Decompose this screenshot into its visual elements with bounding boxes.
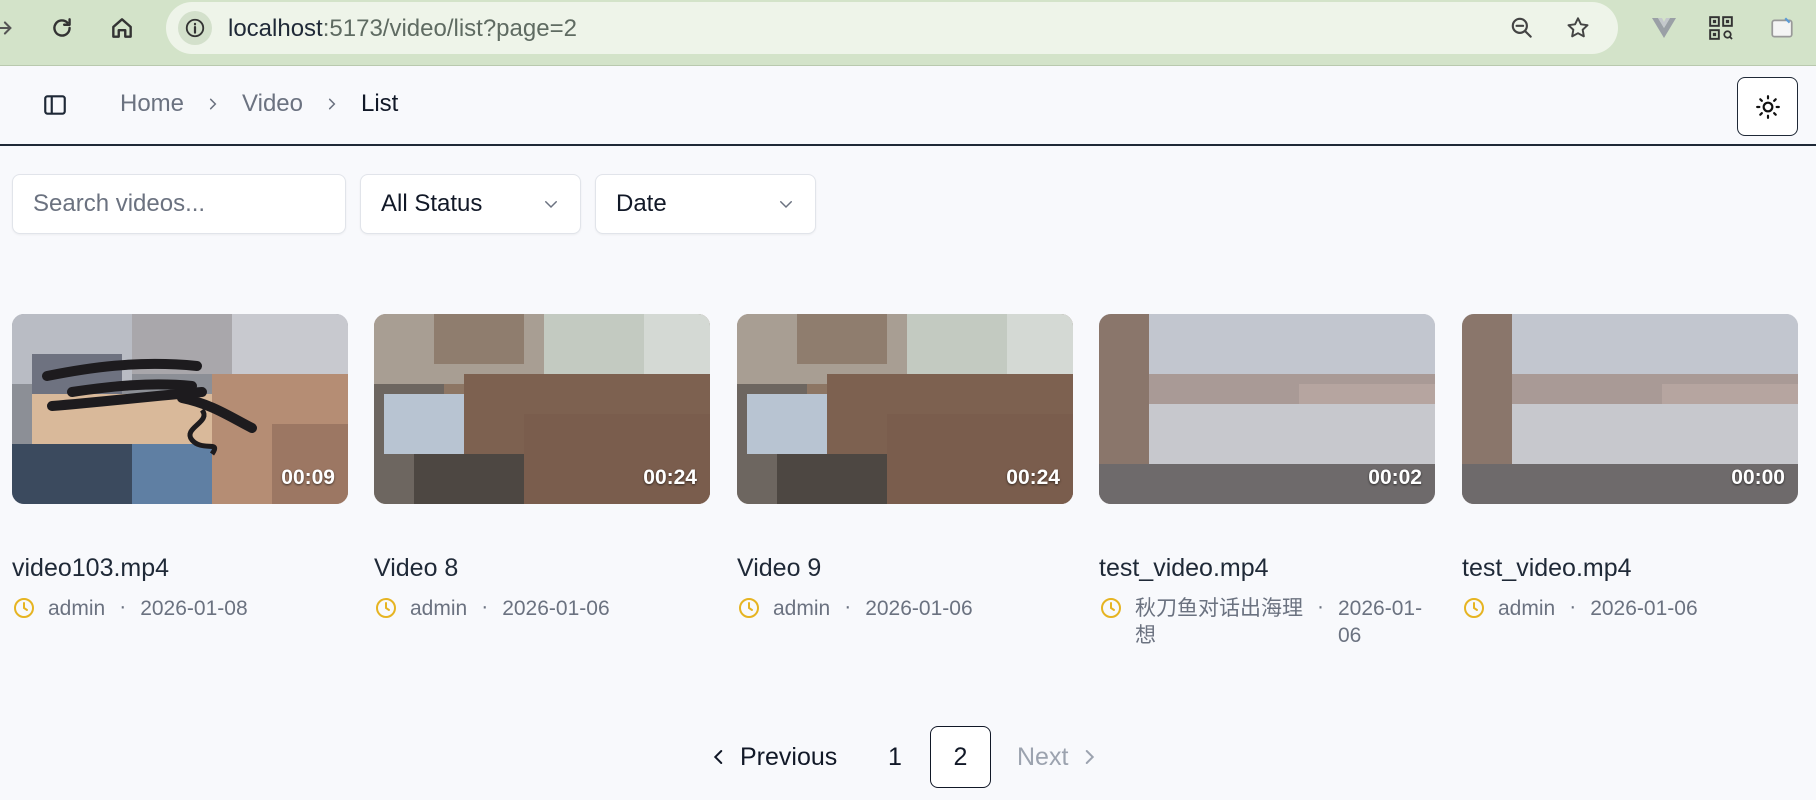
chevron-left-icon [713,750,723,764]
video-meta: admin · 2026-01-06 [737,595,1073,622]
browser-toolbar: localhost:5173/video/list?page=2 [0,0,1816,66]
video-owner: admin [48,597,106,620]
qr-code-icon[interactable] [1703,10,1739,46]
video-thumbnail[interactable]: 00:02 [1099,314,1435,504]
meta-separator: · [481,595,489,618]
zoom-icon[interactable] [1504,10,1540,46]
sort-select-value: Date [616,190,667,217]
forward-icon[interactable] [0,10,22,46]
video-card[interactable]: 00:00 test_video.mp4 admin · 2026-01-06 [1462,314,1798,622]
extensions-icon[interactable] [1764,10,1800,46]
video-duration: 00:02 [1368,466,1422,489]
status-select-value: All Status [381,190,483,217]
breadcrumb-current: List [360,90,399,117]
video-title[interactable]: Video 8 [374,554,710,583]
breadcrumb: Home Video List [120,90,398,118]
video-date: 2026-01-06 [1590,597,1698,620]
site-info-icon[interactable] [178,11,212,45]
video-meta: admin · 2026-01-06 [374,595,710,622]
home-icon[interactable] [104,10,140,46]
next-label: Next [1017,742,1069,771]
video-duration: 00:24 [643,466,697,489]
breadcrumb-home[interactable]: Home [120,90,184,118]
page-1-button[interactable]: 1 [888,726,902,788]
meta-separator: · [1317,595,1324,618]
theme-toggle-button[interactable] [1737,77,1798,136]
video-date: 2026-01-06 [502,597,610,620]
video-duration: 00:24 [1006,466,1060,489]
video-date: 2026-01-06 [865,597,973,620]
video-date: 2026-01-06 [1338,597,1423,647]
video-thumbnail[interactable]: 00:00 [1462,314,1798,504]
chevron-right-icon [1086,750,1095,764]
video-card[interactable]: 00:24 Video 9 admin · 2026-01-06 [737,314,1073,622]
video-card[interactable]: 00:02 test_video.mp4 秋刀鱼对话出海理想 · 2026-01… [1099,314,1435,649]
previous-page-button[interactable]: Previous [710,726,837,788]
reload-icon[interactable] [44,10,80,46]
sun-icon [1755,94,1780,119]
sidebar-panel-icon [44,95,66,115]
video-meta: admin · 2026-01-06 [1462,595,1798,622]
video-thumbnail[interactable]: 00:24 [737,314,1073,504]
video-date: 2026-01-08 [140,597,248,620]
video-duration: 00:00 [1731,466,1785,489]
status-select[interactable]: All Status [360,174,581,234]
video-thumbnail[interactable]: 00:09 [12,314,348,504]
chevron-right-icon [206,97,220,111]
clock-icon [14,598,34,618]
chevron-down-icon [780,201,792,209]
meta-separator: · [1569,595,1577,618]
clock-icon [1101,598,1121,618]
chevron-right-icon [325,97,339,111]
video-owner: admin [1498,597,1556,620]
video-title[interactable]: Video 9 [737,554,1073,583]
chevron-down-icon [545,201,557,209]
video-owner: 秋刀鱼对话出海理想 [1135,597,1303,647]
bookmark-star-icon[interactable] [1560,10,1596,46]
meta-separator: · [844,595,852,618]
sort-select[interactable]: Date [595,174,816,234]
video-duration: 00:09 [281,466,335,489]
app-header: Home Video List [0,66,1816,146]
video-title[interactable]: test_video.mp4 [1099,554,1435,583]
next-page-button[interactable]: Next [1017,726,1098,788]
video-meta: 秋刀鱼对话出海理想 · 2026-01-06 [1099,595,1435,649]
previous-label: Previous [740,742,838,771]
video-title[interactable]: video103.mp4 [12,554,348,583]
video-thumbnail[interactable]: 00:24 [374,314,710,504]
search-input[interactable] [12,174,346,234]
video-title[interactable]: test_video.mp4 [1462,554,1798,583]
pagination: Previous 1 2 Next [0,726,1816,788]
vue-devtools-icon[interactable] [1646,10,1682,46]
video-owner: admin [773,597,831,620]
breadcrumb-video[interactable]: Video [242,90,303,118]
address-bar[interactable]: localhost:5173/video/list?page=2 [166,2,1618,54]
clock-icon [739,598,759,618]
meta-separator: · [119,595,127,618]
video-card[interactable]: 00:24 Video 8 admin · 2026-01-06 [374,314,710,622]
video-owner: admin [410,597,468,620]
video-card[interactable]: 00:09 video103.mp4 admin · 2026-01-08 [12,314,348,622]
video-meta: admin · 2026-01-08 [12,595,348,622]
sidebar-toggle-button[interactable] [36,86,74,124]
url-text: localhost:5173/video/list?page=2 [228,15,577,42]
page-2-button-current[interactable]: 2 [930,726,991,788]
clock-icon [376,598,396,618]
clock-icon [1464,598,1484,618]
